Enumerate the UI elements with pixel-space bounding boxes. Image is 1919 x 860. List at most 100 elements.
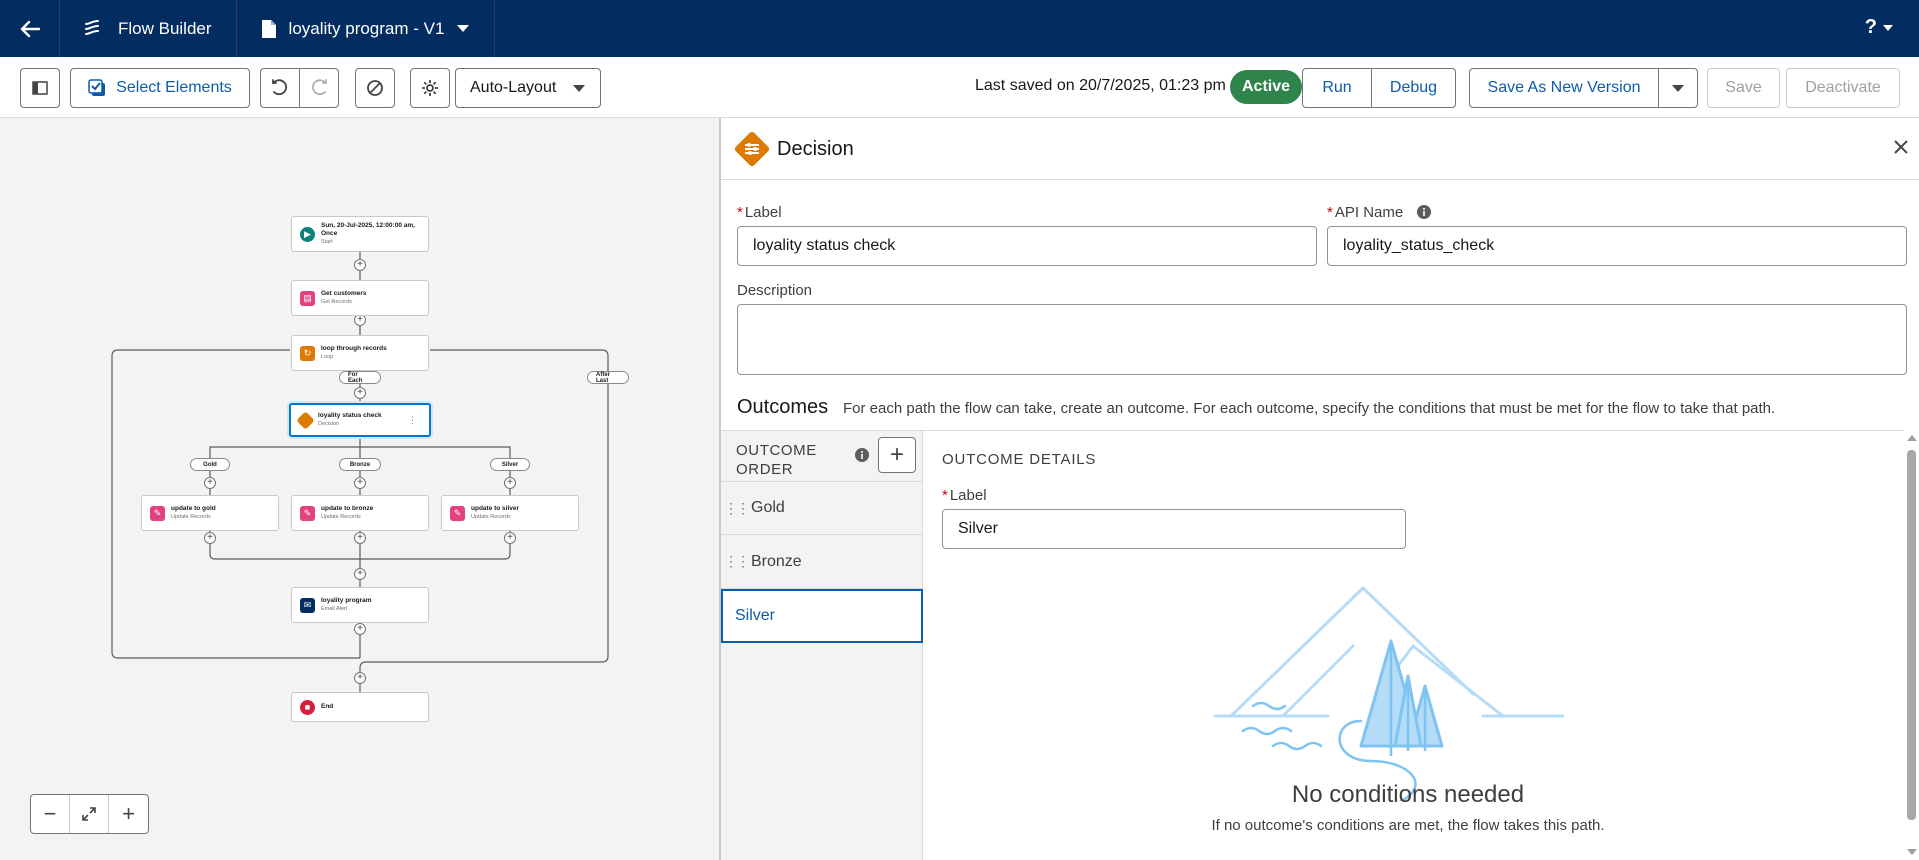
undo-button[interactable] xyxy=(260,68,300,108)
scroll-down-icon[interactable] xyxy=(1907,848,1917,856)
loop-node[interactable]: ↻ loop through records Loop xyxy=(291,335,429,371)
gold-branch-label[interactable]: Gold xyxy=(190,458,230,471)
chevron-down-icon xyxy=(457,24,470,32)
errors-button[interactable] xyxy=(355,68,395,108)
gear-icon xyxy=(422,80,438,96)
deactivate-button[interactable]: Deactivate xyxy=(1786,68,1900,108)
chevron-down-icon xyxy=(1883,24,1893,31)
close-panel-button[interactable] xyxy=(1893,134,1909,162)
add-element-button[interactable]: + xyxy=(204,477,216,489)
chevron-down-icon xyxy=(1672,84,1684,92)
select-elements-button[interactable]: Select Elements xyxy=(70,68,250,108)
node-title: update to silver xyxy=(471,505,520,512)
panel-header: Decision xyxy=(721,118,1919,180)
debug-button[interactable]: Debug xyxy=(1371,68,1456,108)
run-label: Run xyxy=(1322,79,1352,96)
deactivate-label: Deactivate xyxy=(1805,79,1881,96)
plus-icon: + xyxy=(122,801,135,826)
node-type: Update Records xyxy=(321,514,361,520)
panel-title: Decision xyxy=(777,138,854,160)
for-each-label: For Each xyxy=(339,371,381,384)
add-element-button[interactable]: + xyxy=(354,387,366,399)
flow-canvas[interactable]: For Each After Last Gold Bronze Silver +… xyxy=(0,118,719,860)
flow-file-menu[interactable]: loyality program - V1 xyxy=(237,0,496,57)
app-launcher[interactable]: Flow Builder xyxy=(60,0,237,57)
more-icon[interactable]: ⋮ xyxy=(408,415,417,426)
outcome-item-silver[interactable]: Silver xyxy=(721,589,923,643)
layout-mode-value: Auto-Layout xyxy=(470,79,557,96)
flow-settings-button[interactable] xyxy=(410,68,450,108)
panel-left-icon xyxy=(32,81,48,95)
outcome-item-label: Gold xyxy=(751,499,785,516)
outcome-item-gold[interactable]: ⋮⋮ Gold xyxy=(721,481,923,535)
add-element-button[interactable]: + xyxy=(354,259,366,271)
help-menu[interactable]: ? xyxy=(1865,16,1893,39)
redo-icon xyxy=(312,79,327,96)
end-node[interactable]: ■ End xyxy=(291,692,429,722)
drag-handle-icon[interactable]: ⋮⋮ xyxy=(721,500,751,517)
zoom-out-button[interactable]: − xyxy=(31,795,70,833)
save-button[interactable]: Save xyxy=(1707,68,1780,108)
play-icon: ▶ xyxy=(300,226,315,242)
checkbox-icon xyxy=(88,79,106,96)
add-element-button[interactable]: + xyxy=(354,532,366,544)
save-as-new-version-button[interactable]: Save As New Version xyxy=(1469,68,1659,108)
add-element-button[interactable]: + xyxy=(504,477,516,489)
fit-view-button[interactable] xyxy=(70,795,109,833)
update-gold-node[interactable]: ✎ update to gold Update Records xyxy=(141,495,279,531)
update-bronze-node[interactable]: ✎ update to bronze Update Records xyxy=(291,495,429,531)
run-button[interactable]: Run xyxy=(1302,68,1372,108)
redo-button[interactable] xyxy=(299,68,339,108)
node-title: update to bronze xyxy=(321,505,374,512)
outcome-label-input[interactable]: Silver xyxy=(942,509,1406,549)
add-element-button[interactable]: + xyxy=(204,532,216,544)
outcome-order-list: OUTCOME ORDER + ⋮⋮ Gold ⋮⋮ Bronze Silver xyxy=(721,430,923,860)
add-element-button[interactable]: + xyxy=(354,568,366,580)
silver-branch-label[interactable]: Silver xyxy=(490,458,530,471)
add-element-button[interactable]: + xyxy=(354,623,366,635)
update-silver-node[interactable]: ✎ update to silver Update Records xyxy=(441,495,579,531)
info-icon[interactable] xyxy=(1417,205,1432,219)
email-icon: ✉ xyxy=(300,597,315,613)
label-field-label: * Label xyxy=(737,204,782,221)
arrow-left-icon xyxy=(20,20,40,37)
node-title: End xyxy=(321,703,334,710)
zoom-in-button[interactable]: + xyxy=(109,795,148,833)
layout-mode-select[interactable]: Auto-Layout xyxy=(455,68,601,108)
get-records-node[interactable]: ▤ Get customers Get Records xyxy=(291,280,429,316)
description-textarea[interactable] xyxy=(737,304,1907,375)
back-button[interactable] xyxy=(0,0,60,57)
api-name-input[interactable]: loyality_status_check xyxy=(1327,226,1907,266)
bronze-branch-label[interactable]: Bronze xyxy=(339,458,381,471)
scroll-thumb[interactable] xyxy=(1907,450,1916,820)
toggle-toolbox-button[interactable] xyxy=(20,68,60,108)
email-alert-node[interactable]: ✉ loyality program Email Alert xyxy=(291,587,429,623)
label-input[interactable]: loyality status check xyxy=(737,226,1317,266)
outcome-details: OUTCOME DETAILS * Label Silver No condit… xyxy=(923,430,1919,860)
outcome-details-heading: OUTCOME DETAILS xyxy=(942,451,1097,468)
plus-icon: + xyxy=(889,441,904,468)
no-conditions-title: No conditions needed xyxy=(1291,781,1525,808)
minus-icon: − xyxy=(43,801,57,826)
close-icon xyxy=(1894,140,1908,154)
info-icon[interactable] xyxy=(855,448,869,462)
drag-handle-icon[interactable]: ⋮⋮ xyxy=(721,553,751,570)
save-as-new-version-label: Save As New Version xyxy=(1487,79,1641,96)
add-element-button[interactable]: + xyxy=(354,477,366,489)
scroll-up-icon[interactable] xyxy=(1907,434,1917,442)
add-element-button[interactable]: + xyxy=(354,672,366,684)
no-conditions-text: If no outcome's conditions are met, the … xyxy=(1211,817,1605,834)
add-element-button[interactable]: + xyxy=(504,532,516,544)
decision-node[interactable]: loyality status check Decision ⋮ xyxy=(289,403,431,437)
start-node-title: Sun, 20-Jul-2025, 12:00:00 am, xyxy=(321,222,415,229)
outcome-label-field-label: * Label xyxy=(942,487,987,504)
app-name: Flow Builder xyxy=(118,18,212,38)
details-scrollbar[interactable] xyxy=(1904,430,1919,860)
records-icon: ▤ xyxy=(300,290,315,306)
save-options-menu[interactable] xyxy=(1658,68,1698,108)
outcome-item-bronze[interactable]: ⋮⋮ Bronze xyxy=(721,535,923,589)
decision-panel: Decision * Label loyality status check * A… xyxy=(719,118,1919,860)
start-node[interactable]: ▶ Sun, 20-Jul-2025, 12:00:00 am, Once St… xyxy=(291,216,429,252)
mountain-illustration xyxy=(1213,586,1565,801)
add-outcome-button[interactable]: + xyxy=(878,437,916,473)
